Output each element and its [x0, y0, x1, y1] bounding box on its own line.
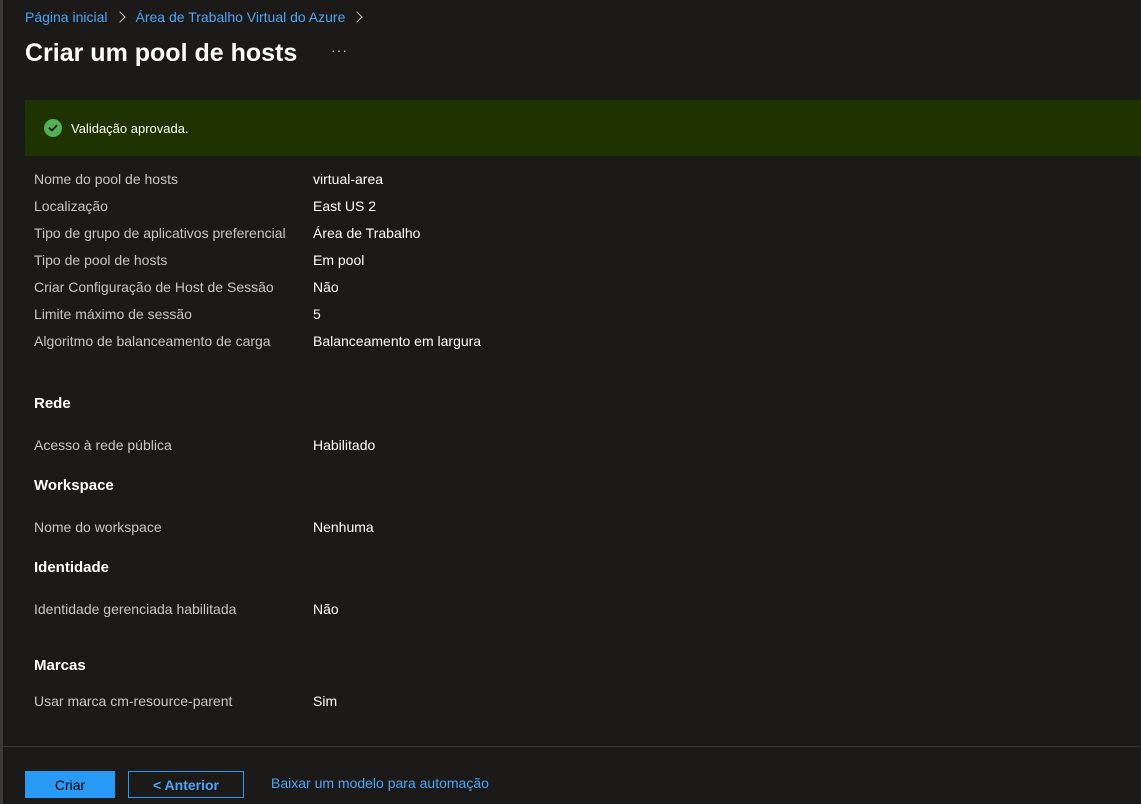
validation-message: Validação aprovada.: [71, 120, 189, 136]
summary-row: Criar Configuração de Host de Sessão Não: [34, 277, 339, 297]
summary-row: Usar marca cm-resource-parent Sim: [34, 691, 337, 711]
breadcrumb-avd-link[interactable]: Área de Trabalho Virtual do Azure: [136, 9, 346, 25]
breadcrumb-home-link[interactable]: Página inicial: [25, 9, 108, 25]
section-heading-rede: Rede: [34, 395, 71, 412]
summary-value: 5: [313, 306, 321, 322]
summary-label: Nome do pool de hosts: [34, 171, 178, 187]
summary-value: East US 2: [313, 198, 377, 214]
summary-label: Usar marca cm-resource-parent: [34, 693, 233, 709]
summary-value: Sim: [313, 693, 338, 709]
summary-value: Área de Trabalho: [313, 225, 421, 241]
checkmark-circle-icon: [44, 119, 62, 137]
section-heading-identidade: Identidade: [34, 559, 110, 576]
section-heading-marcas: Marcas: [34, 657, 86, 674]
summary-value: virtual-area: [313, 171, 384, 187]
summary-row: Nome do pool de hosts virtual-area: [34, 169, 383, 189]
summary-row: Algoritmo de balanceamento de carga Bala…: [34, 331, 481, 351]
summary-row: Identidade gerenciada habilitada Não: [34, 599, 339, 619]
chevron-right-icon: [113, 11, 126, 23]
validation-banner: Validação aprovada.: [25, 100, 1141, 156]
footer-divider: [3, 746, 1141, 747]
summary-row: Tipo de pool de hosts Em pool: [34, 250, 364, 270]
summary-row: Localização East US 2: [34, 196, 376, 216]
summary-label: Criar Configuração de Host de Sessão: [34, 279, 274, 295]
more-options-icon[interactable]: ···: [331, 42, 348, 58]
chevron-right-icon: [351, 11, 364, 23]
summary-label: Localização: [34, 198, 108, 214]
summary-row: Nome do workspace Nenhuma: [34, 517, 374, 537]
section-heading-workspace: Workspace: [34, 477, 114, 494]
review-content: Nome do pool de hosts virtual-area Local…: [25, 156, 1141, 746]
summary-value: Habilitado: [313, 437, 376, 453]
summary-row: Limite máximo de sessão 5: [34, 304, 321, 324]
summary-label: Algoritmo de balanceamento de carga: [34, 333, 271, 349]
summary-value: Não: [313, 279, 339, 295]
breadcrumb: Página inicial Área de Trabalho Virtual …: [25, 7, 373, 27]
left-edge-divider: [0, 0, 3, 804]
summary-value: Balanceamento em largura: [313, 333, 482, 349]
previous-button[interactable]: < Anterior: [128, 771, 244, 798]
download-template-link[interactable]: Baixar um modelo para automação: [271, 775, 489, 791]
summary-row: Acesso à rede pública Habilitado: [34, 435, 375, 455]
summary-value: Em pool: [313, 252, 365, 268]
summary-value: Nenhuma: [313, 519, 374, 535]
summary-label: Nome do workspace: [34, 519, 162, 535]
summary-label: Tipo de grupo de aplicativos preferencia…: [34, 225, 286, 241]
summary-row: Tipo de grupo de aplicativos preferencia…: [34, 223, 420, 243]
summary-label: Tipo de pool de hosts: [34, 252, 168, 268]
page-title: Criar um pool de hosts: [25, 39, 298, 67]
summary-label: Limite máximo de sessão: [34, 306, 192, 322]
create-button[interactable]: Criar: [25, 771, 115, 798]
summary-label: Acesso à rede pública: [34, 437, 172, 453]
summary-value: Não: [313, 601, 339, 617]
summary-label: Identidade gerenciada habilitada: [34, 601, 237, 617]
